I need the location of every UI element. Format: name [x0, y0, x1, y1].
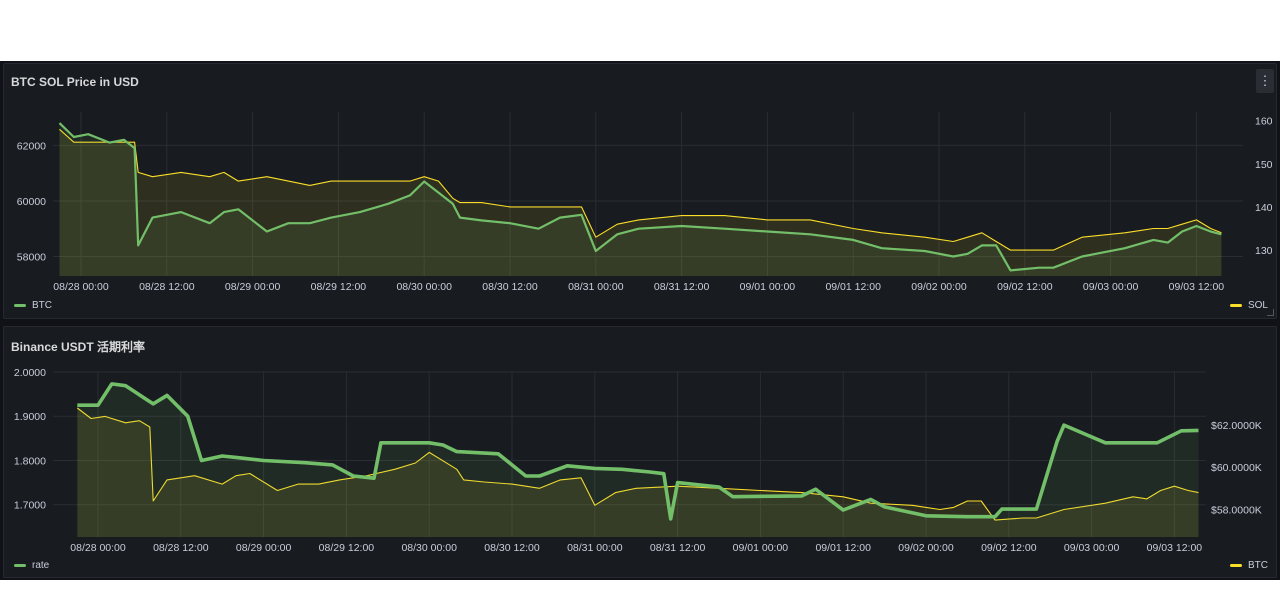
x-tick-label: 08/29 00:00	[225, 281, 281, 293]
x-tick-label: 08/28 12:00	[139, 281, 195, 293]
x-tick-label: 09/01 12:00	[825, 281, 881, 293]
legend-label: SOL	[1247, 300, 1268, 311]
y-tick-label-right: $60.0000K	[1211, 462, 1262, 474]
legend-btc[interactable]: BTC	[14, 300, 52, 311]
x-tick-label: 09/01 12:00	[815, 542, 871, 554]
x-tick-label: 08/30 12:00	[482, 281, 538, 293]
price-chart[interactable]: 08/28 00:00 08/28 12:00 08/29 00:00 08/29 1…	[4, 64, 1278, 320]
y-tick-label-left: 1.7000	[14, 500, 46, 512]
rate-panel: Binance USDT 活期利率 08/28 00:00 08/28 12:00…	[3, 326, 1277, 578]
x-tick-label: 08/28 12:00	[153, 542, 209, 554]
legend-swatch	[14, 564, 26, 567]
x-tick-label: 08/31 00:00	[568, 281, 624, 293]
legend-swatch	[1230, 564, 1242, 567]
x-tick-label: 09/03 00:00	[1064, 542, 1120, 554]
x-tick-label: 09/03 12:00	[1169, 281, 1225, 293]
legend-label: rate	[32, 560, 50, 571]
x-tick-label: 08/30 00:00	[396, 281, 452, 293]
x-tick-label: 09/02 00:00	[898, 542, 954, 554]
dashboard: BTC SOL Price in USD ⋮ 08/28 00:00 08/28 …	[0, 61, 1280, 580]
legend-sol[interactable]: SOL	[1229, 300, 1268, 311]
y-tick-label-left: 1.8000	[14, 455, 46, 467]
x-tick-label: 08/30 00:00	[401, 542, 457, 554]
x-tick-label: 09/03 12:00	[1147, 542, 1203, 554]
y-tick-label-right: $58.0000K	[1211, 505, 1262, 517]
y-tick-label-right: 150	[1255, 159, 1273, 171]
x-tick-label: 09/02 00:00	[911, 281, 967, 293]
y-tick-label-left: 2.0000	[14, 367, 46, 379]
x-tick-label: 09/01 00:00	[733, 542, 789, 554]
legend-swatch	[1229, 304, 1242, 307]
y-tick-label-right: 130	[1255, 245, 1273, 257]
x-tick-label: 08/29 12:00	[311, 281, 367, 293]
x-tick-label: 08/28 00:00	[70, 542, 126, 554]
legend-swatch	[14, 304, 26, 307]
x-tick-label: 08/31 12:00	[654, 281, 710, 293]
x-tick-label: 09/02 12:00	[981, 542, 1037, 554]
y-tick-label-left: 1.9000	[14, 411, 46, 423]
y-tick-label-left: 60000	[17, 196, 46, 208]
y-tick-label-right: 140	[1255, 202, 1273, 214]
x-tick-label: 08/31 00:00	[567, 542, 623, 554]
x-tick-label: 08/31 12:00	[650, 542, 706, 554]
x-tick-label: 08/28 00:00	[53, 281, 109, 293]
x-tick-label: 09/02 12:00	[997, 281, 1053, 293]
x-tick-label: 08/30 12:00	[484, 542, 540, 554]
price-panel: BTC SOL Price in USD ⋮ 08/28 00:00 08/28 …	[3, 63, 1277, 319]
y-tick-label-left: 58000	[17, 252, 46, 264]
x-tick-label: 09/01 00:00	[740, 281, 796, 293]
rate-chart[interactable]: 08/28 00:00 08/28 12:00 08/29 00:00 08/29 1…	[4, 327, 1278, 579]
x-tick-label: 09/03 00:00	[1083, 281, 1139, 293]
x-tick-label: 08/29 00:00	[236, 542, 292, 554]
legend-label: BTC	[1248, 560, 1268, 571]
legend-label: BTC	[32, 300, 52, 311]
resize-handle[interactable]	[1267, 309, 1274, 316]
legend-btc[interactable]: BTC	[1230, 560, 1268, 571]
y-tick-label-right: 160	[1255, 116, 1273, 128]
legend-rate[interactable]: rate	[14, 560, 49, 571]
y-tick-label-left: 62000	[17, 140, 46, 152]
x-tick-label: 08/29 12:00	[319, 542, 375, 554]
y-tick-label-right: $62.0000K	[1211, 420, 1262, 432]
